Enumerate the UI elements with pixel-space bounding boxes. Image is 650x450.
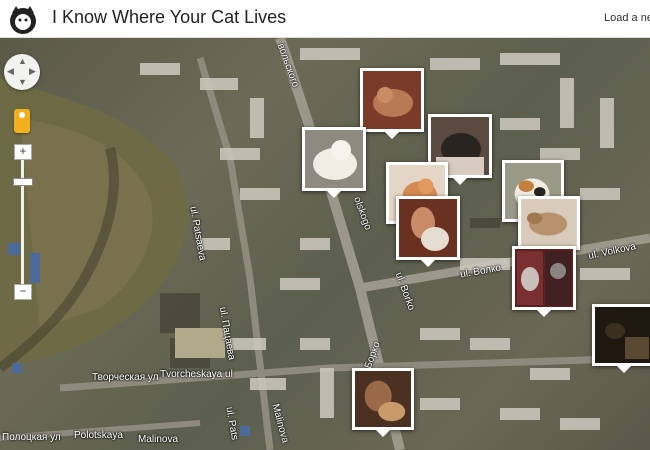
cat-logo-icon[interactable] xyxy=(7,3,39,35)
cat-photo xyxy=(355,371,411,427)
cat-photo xyxy=(521,199,577,247)
street-label-malinova: Malinova xyxy=(138,434,179,445)
cat-photo xyxy=(399,199,457,257)
zoom-out-button[interactable]: − xyxy=(14,284,32,300)
street-label-tvorcheskaya-ru: Творческая ул xyxy=(92,372,159,383)
street-label-tvorcheskaya: Tvorcheskaya ul xyxy=(160,369,233,380)
pan-control[interactable]: ▲ ▼ ◀ ▶ xyxy=(4,54,40,90)
cat-marker[interactable] xyxy=(360,68,424,139)
cat-photo xyxy=(595,307,650,363)
cat-marker[interactable] xyxy=(518,196,580,257)
street-view-pegman-icon[interactable] xyxy=(14,109,30,133)
top-bar: I Know Where Your Cat Lives Load a ne xyxy=(0,0,650,38)
street-label-polotskaya-ru: Полоцкая ул xyxy=(2,432,61,443)
pan-up-icon[interactable]: ▲ xyxy=(18,57,27,66)
cat-marker[interactable] xyxy=(512,246,576,317)
load-new-link[interactable]: Load a ne xyxy=(604,12,650,24)
cat-photo xyxy=(305,130,363,188)
cat-marker[interactable] xyxy=(352,368,414,437)
site-title[interactable]: I Know Where Your Cat Lives xyxy=(52,7,286,28)
cat-marker[interactable] xyxy=(592,304,650,373)
pan-left-icon[interactable]: ◀ xyxy=(7,67,14,76)
zoom-in-button[interactable]: + xyxy=(14,144,32,160)
zoom-slider-track[interactable] xyxy=(21,156,24,294)
cat-photo xyxy=(515,249,573,307)
zoom-slider-thumb[interactable] xyxy=(13,178,33,186)
satellite-map[interactable]: Tvorcheskaya ul Творческая ул ul. Volkov… xyxy=(0,38,650,450)
street-label-polotskaya: Polotskaya xyxy=(74,430,123,441)
cat-marker[interactable] xyxy=(302,127,366,198)
cat-photo xyxy=(363,71,421,129)
pan-down-icon[interactable]: ▼ xyxy=(18,78,27,87)
cat-marker[interactable] xyxy=(396,196,460,267)
pan-right-icon[interactable]: ▶ xyxy=(29,67,36,76)
